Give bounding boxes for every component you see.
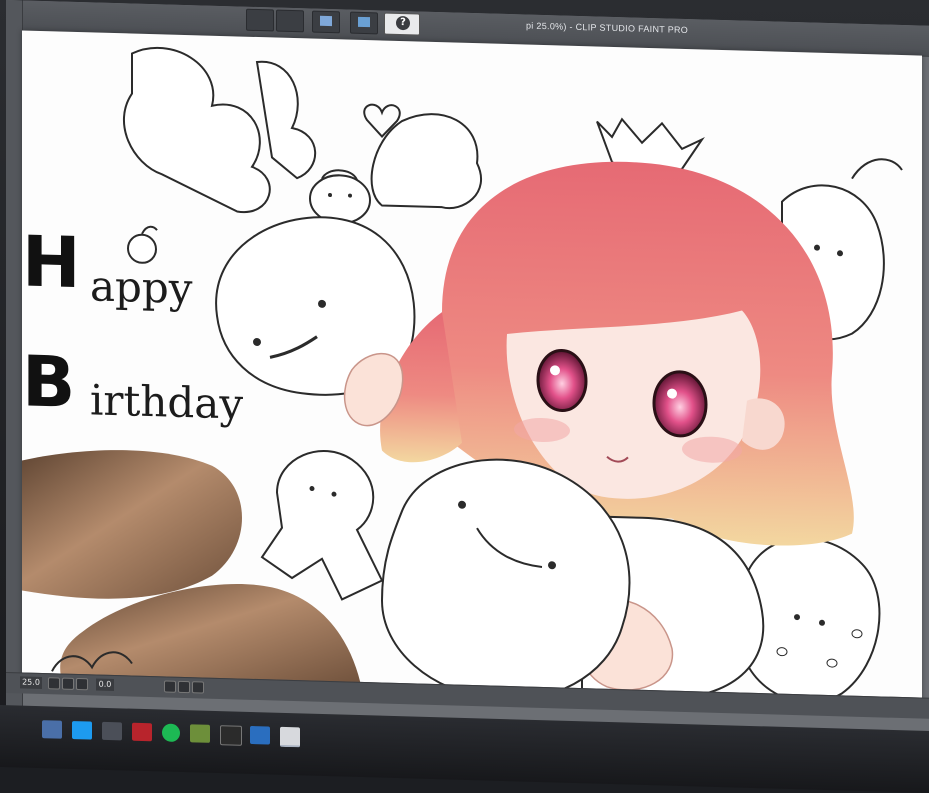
rotate-icon[interactable] bbox=[178, 680, 190, 694]
arrow-icon[interactable] bbox=[250, 725, 270, 745]
artwork-canvas[interactable]: H appy B irthday bbox=[22, 30, 922, 706]
toolbar-button[interactable] bbox=[350, 11, 378, 35]
artwork: H appy B irthday bbox=[22, 46, 903, 704]
left-tool-panel[interactable] bbox=[6, 0, 23, 716]
toolbar-button[interactable] bbox=[312, 10, 340, 34]
gingerbread-doodle bbox=[260, 449, 384, 601]
spotify-icon[interactable] bbox=[162, 723, 180, 743]
game-icon[interactable] bbox=[132, 722, 152, 742]
help-button[interactable]: ? bbox=[384, 12, 420, 36]
twitter-icon[interactable] bbox=[72, 721, 92, 740]
chick-figure bbox=[309, 169, 371, 225]
question-icon: ? bbox=[396, 15, 410, 31]
apple-doodle bbox=[127, 225, 158, 264]
fit-icon[interactable] bbox=[76, 677, 88, 691]
cmd-icon[interactable] bbox=[220, 725, 242, 746]
mail-icon[interactable] bbox=[42, 720, 62, 739]
tool-icon bbox=[358, 16, 370, 28]
window-title: pi 25.0%) - CLIP STUDIO FAINT PRO bbox=[526, 20, 689, 36]
greeting-initial-h: H bbox=[22, 220, 81, 304]
clip-studio-window: ? pi 25.0%) - CLIP STUDIO FAINT PRO H ap… bbox=[6, 0, 929, 741]
toolbar-button[interactable] bbox=[246, 8, 274, 32]
flip-icon[interactable] bbox=[164, 680, 176, 693]
greeting-line-1: appy bbox=[90, 261, 193, 313]
greeting-initial-b: B bbox=[22, 340, 75, 423]
toolbar-button[interactable] bbox=[276, 9, 304, 33]
tool-icon bbox=[320, 15, 332, 27]
cloud-shape bbox=[122, 46, 271, 214]
reset-icon[interactable] bbox=[192, 681, 204, 694]
greeting-line-2: irthday bbox=[90, 375, 243, 428]
minecraft-icon[interactable] bbox=[190, 724, 210, 743]
cloud-shape bbox=[370, 113, 483, 210]
rotation-field[interactable]: 0.0 bbox=[96, 678, 114, 692]
canvas-area[interactable]: H appy B irthday bbox=[22, 30, 922, 706]
cloud-shape bbox=[255, 60, 317, 180]
zoom-in-icon[interactable] bbox=[62, 677, 74, 690]
zoom-field[interactable]: 25.0 bbox=[20, 676, 42, 690]
zoom-out-icon[interactable] bbox=[48, 677, 60, 690]
clip-studio-icon[interactable] bbox=[280, 726, 300, 748]
store-icon[interactable] bbox=[102, 721, 122, 741]
